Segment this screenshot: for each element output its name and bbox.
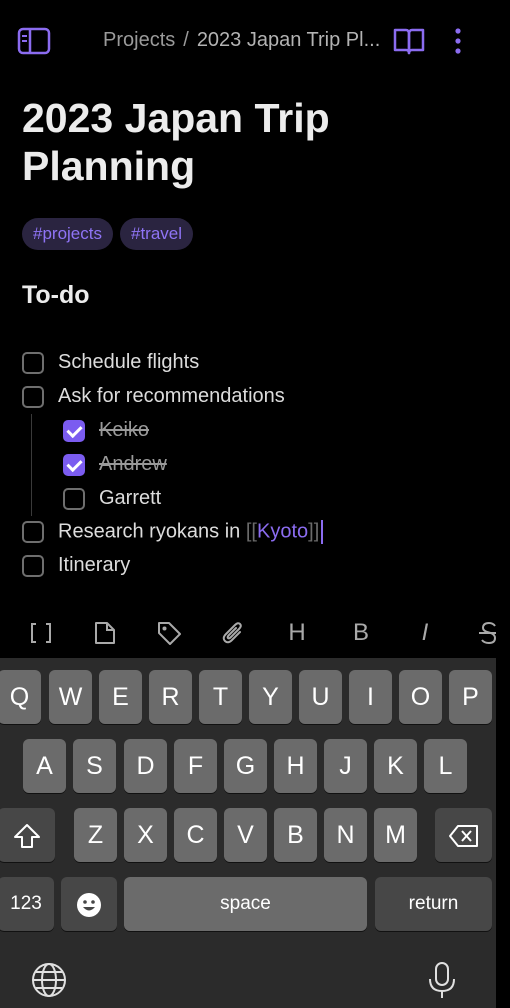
file-icon[interactable]: [92, 620, 118, 646]
backspace-key[interactable]: [435, 808, 492, 862]
task-checkbox[interactable]: [63, 487, 85, 510]
more-vertical-icon[interactable]: [448, 26, 468, 56]
bold-icon[interactable]: B: [348, 620, 374, 646]
task-label: Research ryokans in [[Kyoto]]: [58, 520, 324, 544]
text-cursor: [321, 520, 324, 544]
tag-projects[interactable]: #projects: [22, 218, 113, 250]
subtask-item[interactable]: Keiko: [63, 419, 149, 442]
task-label-prefix: Research ryokans in: [58, 520, 246, 543]
key-b[interactable]: B: [274, 808, 317, 862]
shift-icon: [13, 824, 40, 849]
key-z[interactable]: Z: [74, 808, 117, 862]
task-item[interactable]: Itinerary: [22, 554, 130, 577]
tag-travel[interactable]: #travel: [119, 218, 194, 250]
key-k[interactable]: K: [374, 739, 417, 793]
microphone-icon[interactable]: [425, 960, 459, 1005]
globe-icon[interactable]: [30, 961, 68, 1004]
screen-edge: [496, 658, 510, 1008]
task-item[interactable]: Research ryokans in [[Kyoto]]: [22, 520, 324, 544]
wikilink[interactable]: Kyoto: [257, 520, 308, 542]
key-t[interactable]: T: [199, 670, 242, 724]
heading-icon[interactable]: H: [284, 620, 310, 646]
backspace-icon: [448, 825, 478, 848]
task-checkbox[interactable]: [22, 521, 44, 543]
return-key[interactable]: return: [375, 877, 492, 931]
key-o[interactable]: O: [399, 670, 442, 724]
key-e[interactable]: E: [99, 670, 142, 724]
key-c[interactable]: C: [174, 808, 217, 862]
wikilink-icon[interactable]: [28, 620, 54, 646]
key-i[interactable]: I: [349, 670, 392, 724]
key-d[interactable]: D: [124, 739, 167, 793]
key-x[interactable]: X: [124, 808, 167, 862]
emoji-icon: [77, 893, 101, 918]
task-label: Schedule flights: [58, 351, 200, 373]
key-u[interactable]: U: [299, 670, 342, 724]
breadcrumb-current[interactable]: 2023 Japan Trip Pl...: [197, 29, 380, 51]
task-label: Itinerary: [58, 554, 131, 576]
task-checkbox[interactable]: [22, 554, 44, 577]
key-a[interactable]: A: [23, 739, 66, 793]
book-icon[interactable]: [392, 26, 426, 56]
breadcrumb-parent[interactable]: Projects: [103, 29, 175, 51]
key-j[interactable]: J: [324, 739, 367, 793]
task-item[interactable]: Ask for recommendations: [22, 385, 285, 408]
key-q[interactable]: Q: [0, 670, 41, 724]
sidebar-icon[interactable]: [16, 26, 52, 56]
italic-icon[interactable]: I: [412, 620, 438, 646]
task-label: Ask for recommendations: [58, 385, 285, 407]
wikilink-open: [[: [245, 520, 257, 543]
task-checkbox[interactable]: [22, 351, 44, 374]
tag-list: #projects #travel: [22, 218, 194, 250]
space-key[interactable]: space: [124, 877, 367, 931]
formatting-toolbar: H B I: [0, 610, 510, 658]
indent-guide: [31, 414, 32, 516]
emoji-key[interactable]: [61, 877, 117, 931]
on-screen-keyboard: Q W E R T Y U I O P A S D F G H J K L Z …: [0, 658, 510, 1008]
key-s[interactable]: S: [73, 739, 116, 793]
key-m[interactable]: M: [374, 808, 417, 862]
key-r[interactable]: R: [149, 670, 192, 724]
numbers-key[interactable]: 123: [0, 877, 54, 931]
attachment-icon[interactable]: [220, 620, 246, 646]
key-f[interactable]: F: [174, 739, 217, 793]
shift-key[interactable]: [0, 808, 55, 862]
wikilink-close: ]]: [308, 520, 320, 543]
task-item[interactable]: Schedule flights: [22, 351, 199, 374]
task-checkbox[interactable]: [22, 385, 44, 408]
note-title[interactable]: 2023 Japan Trip Planning: [22, 94, 492, 190]
key-p[interactable]: P: [449, 670, 492, 724]
task-label: Keiko: [99, 419, 150, 441]
key-y[interactable]: Y: [249, 670, 292, 724]
key-v[interactable]: V: [224, 808, 267, 862]
section-heading[interactable]: To-do: [22, 281, 90, 310]
breadcrumb-separator: /: [183, 29, 189, 51]
subtask-item[interactable]: Andrew: [63, 453, 167, 476]
key-g[interactable]: G: [224, 739, 267, 793]
subtask-item[interactable]: Garrett: [63, 487, 161, 510]
task-label: Garrett: [99, 487, 162, 509]
top-bar: Projects / 2023 Japan Trip Pl...: [0, 0, 510, 80]
key-n[interactable]: N: [324, 808, 367, 862]
strikethrough-icon[interactable]: [476, 620, 496, 646]
tag-icon[interactable]: [156, 620, 182, 646]
breadcrumb[interactable]: Projects / 2023 Japan Trip Pl...: [103, 29, 380, 52]
task-label: Andrew: [99, 453, 167, 475]
task-checkbox-checked[interactable]: [63, 453, 85, 476]
key-w[interactable]: W: [49, 670, 92, 724]
task-checkbox-checked[interactable]: [63, 419, 85, 442]
key-h[interactable]: H: [274, 739, 317, 793]
key-l[interactable]: L: [424, 739, 467, 793]
